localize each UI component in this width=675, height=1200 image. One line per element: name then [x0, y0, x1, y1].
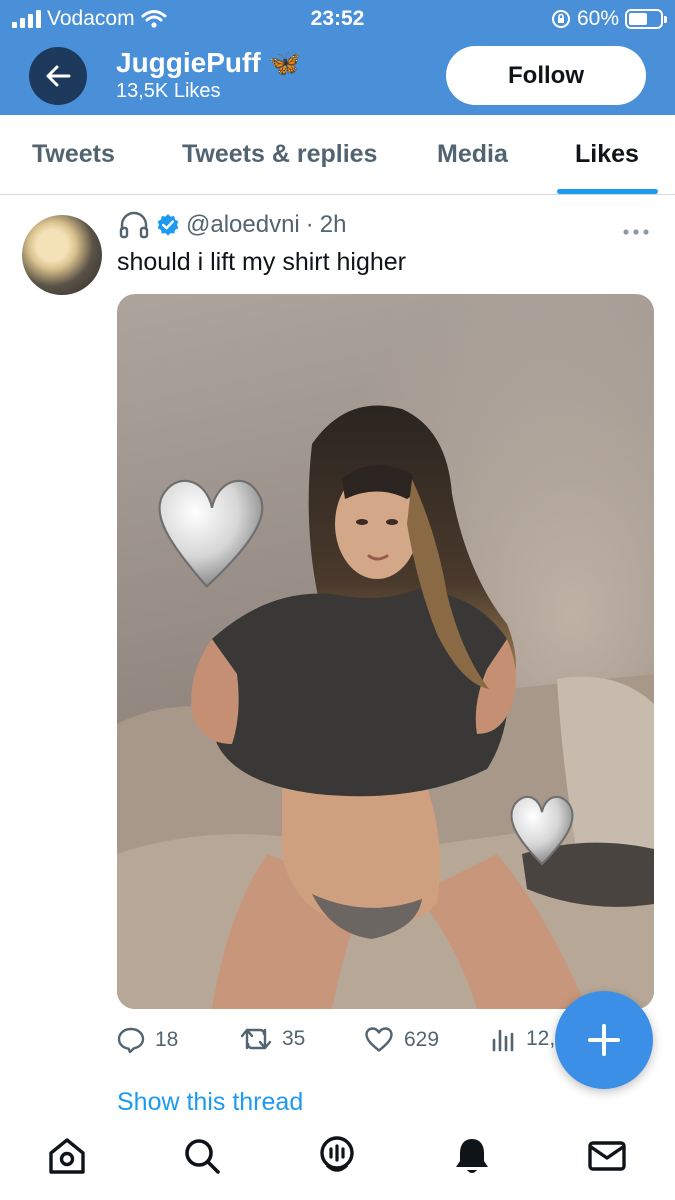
- tab-tweets-replies[interactable]: Tweets & replies: [182, 140, 377, 169]
- nav-spaces[interactable]: [315, 1134, 359, 1178]
- tab-likes[interactable]: Likes: [575, 140, 639, 169]
- nav-notifications[interactable]: [450, 1134, 494, 1178]
- profile-likes-count: 13,5K Likes: [116, 80, 221, 102]
- tweet-author-handle[interactable]: @aloedvni: [186, 211, 300, 239]
- back-button[interactable]: [29, 47, 87, 105]
- tab-media[interactable]: Media: [437, 140, 508, 169]
- follow-button[interactable]: Follow: [446, 46, 646, 105]
- profile-header: Vodacom 23:52 60% JuggiePuff 🦋 13,5K Lik…: [0, 0, 675, 115]
- plus-icon: [588, 1024, 620, 1056]
- more-options-icon: [623, 229, 649, 235]
- meta-separator: ·: [305, 211, 314, 238]
- reply-count: 18: [155, 1028, 179, 1051]
- media-photo: [117, 294, 654, 1009]
- analytics-icon: [492, 1029, 514, 1052]
- notifications-icon: [456, 1139, 488, 1173]
- reply-icon: [117, 1027, 145, 1054]
- views-count: 12,: [526, 1027, 556, 1050]
- home-icon: [49, 1138, 85, 1174]
- butterfly-emoji: 🦋: [268, 47, 302, 78]
- tweet-text: should i lift my shirt higher: [117, 248, 407, 276]
- battery-percent: 60%: [576, 7, 619, 30]
- reply-button[interactable]: 18: [117, 1026, 178, 1054]
- spaces-icon: [320, 1136, 354, 1172]
- tweet-media-image[interactable]: [117, 294, 654, 1009]
- tweet-header: @aloedvni · 2h: [118, 210, 346, 240]
- profile-name: JuggiePuff 🦋: [116, 47, 301, 79]
- retweet-icon: [240, 1028, 272, 1050]
- active-tab-indicator: [557, 189, 658, 194]
- heart-icon: [365, 1027, 393, 1052]
- status-bar: Vodacom 23:52 60%: [0, 0, 675, 40]
- tweet-more-button[interactable]: [622, 216, 650, 242]
- battery-icon: [625, 9, 667, 29]
- nav-home[interactable]: [45, 1134, 89, 1178]
- search-icon: [185, 1139, 220, 1174]
- tab-tweets[interactable]: Tweets: [32, 140, 115, 169]
- compose-tweet-button[interactable]: [555, 991, 653, 1089]
- arrow-left-icon: [46, 65, 71, 87]
- like-button[interactable]: 629: [364, 1026, 439, 1053]
- bottom-navigation: [0, 1112, 675, 1200]
- views-button[interactable]: 12,: [490, 1026, 555, 1052]
- headphones-icon: [119, 211, 149, 239]
- profile-tabs: Tweets Tweets & replies Media Likes: [0, 115, 675, 195]
- retweet-count: 35: [282, 1027, 306, 1050]
- profile-name-text: JuggiePuff: [116, 47, 261, 78]
- retweet-button[interactable]: 35: [240, 1026, 305, 1052]
- nav-messages[interactable]: [585, 1134, 629, 1178]
- nav-search[interactable]: [180, 1134, 224, 1178]
- battery-group: 60%: [551, 7, 667, 31]
- like-count: 629: [404, 1027, 440, 1051]
- orientation-lock-icon: [551, 10, 570, 28]
- tweet-author-avatar[interactable]: [22, 215, 102, 295]
- verified-badge-icon: [157, 214, 179, 236]
- tweet-timestamp[interactable]: 2h: [320, 211, 347, 239]
- messages-icon: [588, 1141, 626, 1171]
